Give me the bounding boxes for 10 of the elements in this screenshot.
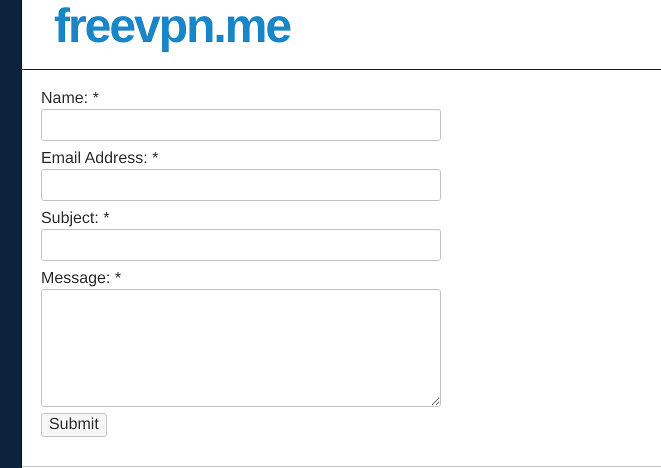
field-label: Name: *: [41, 89, 99, 108]
field-label: Message: *: [41, 269, 122, 288]
logo: freevpn.me: [54, 2, 290, 52]
message-field[interactable]: [41, 289, 441, 407]
submit-button[interactable]: Submit: [41, 413, 107, 437]
field-label: Email Address: *: [41, 149, 158, 168]
input-field[interactable]: [41, 109, 441, 141]
field-label: Subject: *: [41, 209, 110, 228]
input-field[interactable]: [41, 169, 441, 201]
input-field[interactable]: [41, 229, 441, 261]
